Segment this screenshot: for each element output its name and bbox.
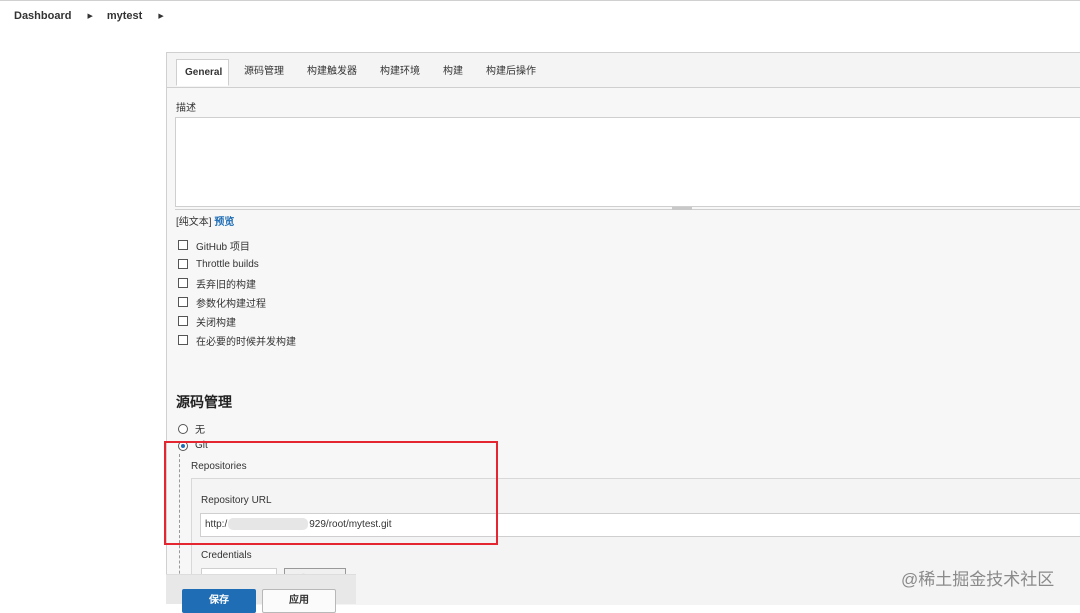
preview-link[interactable]: 预览 <box>214 217 234 228</box>
apply-button[interactable]: 应用 <box>262 589 336 613</box>
scm-option-none[interactable]: 无 <box>178 421 205 436</box>
breadcrumb-mytest[interactable]: mytest <box>107 10 142 22</box>
tab-bar: General 源码管理 构建触发器 构建环境 构建 构建后操作 <box>167 53 1080 88</box>
tab-build-triggers[interactable]: 构建触发器 <box>307 59 357 86</box>
tab-general[interactable]: General <box>176 59 229 86</box>
option-disable-build[interactable]: 关闭构建 <box>178 313 236 329</box>
option-throttle-builds[interactable]: Throttle builds <box>178 256 259 272</box>
side-panel <box>0 31 166 603</box>
option-parameterized[interactable]: 参数化构建过程 <box>178 294 266 310</box>
option-label: 参数化构建过程 <box>196 298 266 310</box>
bottom-action-bar: 保存 应用 <box>166 574 356 613</box>
tab-build-environment[interactable]: 构建环境 <box>380 59 420 86</box>
option-concurrent-builds[interactable]: 在必要的时候并发构建 <box>178 332 296 348</box>
checkbox[interactable] <box>178 259 188 269</box>
checkbox[interactable] <box>178 335 188 345</box>
resize-handle[interactable] <box>672 207 692 210</box>
option-github-project[interactable]: GitHub 项目 <box>178 237 250 253</box>
chevron-right-icon[interactable]: ▶ <box>158 12 163 20</box>
highlight-annotation <box>164 441 498 545</box>
option-label: GitHub 项目 <box>196 241 250 253</box>
watermark: @稀土掘金技术社区 <box>901 570 1055 589</box>
format-line: [纯文本] 预览 <box>176 213 234 228</box>
radio-button[interactable] <box>178 423 188 434</box>
credentials-label: Credentials <box>201 550 252 561</box>
checkbox[interactable] <box>178 316 188 326</box>
format-plain-text: [纯文本] <box>176 217 212 228</box>
breadcrumb: Dashboard ▶ mytest ▶ <box>0 0 1080 31</box>
option-label: Throttle builds <box>196 258 259 270</box>
tab-post-build[interactable]: 构建后操作 <box>486 59 536 86</box>
description-label: 描述 <box>176 103 196 114</box>
save-button[interactable]: 保存 <box>182 589 256 613</box>
tab-scm[interactable]: 源码管理 <box>244 59 284 86</box>
option-label: 丢弃旧的构建 <box>196 279 256 291</box>
option-discard-old-builds[interactable]: 丢弃旧的构建 <box>178 275 256 291</box>
option-label: 关闭构建 <box>196 317 236 329</box>
description-textarea[interactable] <box>175 117 1080 207</box>
option-label: 在必要的时候并发构建 <box>196 336 296 348</box>
scm-section-title: 源码管理 <box>176 394 232 410</box>
breadcrumb-dashboard[interactable]: Dashboard <box>14 10 71 22</box>
chevron-right-icon[interactable]: ▶ <box>87 12 92 20</box>
checkbox[interactable] <box>178 297 188 307</box>
checkbox[interactable] <box>178 278 188 288</box>
tab-build[interactable]: 构建 <box>443 59 463 86</box>
checkbox[interactable] <box>178 240 188 250</box>
divider <box>175 209 1080 210</box>
radio-label: 无 <box>195 425 205 436</box>
